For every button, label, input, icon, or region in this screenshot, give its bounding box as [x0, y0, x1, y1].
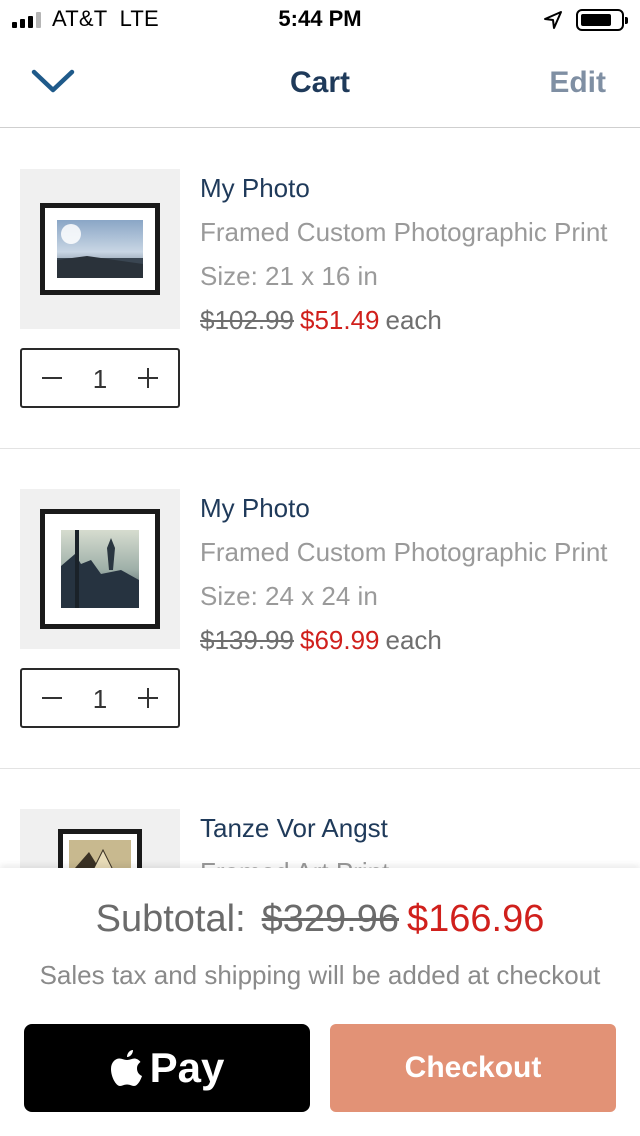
subtotal-label: Subtotal:: [95, 898, 246, 940]
sale-price: $69.99: [299, 625, 380, 655]
plus-icon[interactable]: [128, 350, 168, 406]
page-title: Cart: [289, 66, 350, 99]
apple-pay-label: Pay: [149, 1044, 225, 1091]
quantity-stepper: 1: [20, 668, 180, 728]
quantity-stepper: 1: [20, 348, 180, 408]
plus-icon[interactable]: [128, 670, 168, 726]
item-size: Size: 21 x 16 in: [200, 261, 378, 291]
original-price: $139.99: [200, 625, 294, 655]
tax-note: Sales tax and shipping will be added at …: [39, 960, 601, 990]
sale-price: $51.49: [299, 305, 380, 335]
cart-item-list: My Photo Framed Custom Photographic Prin…: [0, 129, 640, 870]
item-name[interactable]: Tanze Vor Angst: [200, 813, 388, 844]
item-price: $139.99 $69.99 each: [200, 625, 442, 656]
subtotal: Subtotal: $329.96 $166.96: [0, 898, 640, 941]
item-thumbnail[interactable]: [20, 489, 180, 649]
item-name[interactable]: My Photo: [200, 493, 310, 524]
checkout-footer: Subtotal: $329.96 $166.96 Sales tax and sh…: [0, 868, 640, 1136]
photo-image: [57, 220, 143, 278]
item-size: Size: 24 x 24 in: [200, 581, 378, 611]
item-description: Framed Custom Photographic Print: [200, 537, 608, 567]
cart-item: My Photo Framed Custom Photographic Prin…: [0, 449, 640, 769]
item-thumbnail[interactable]: [20, 169, 180, 329]
apple-pay-button[interactable]: Pay: [24, 1024, 310, 1112]
item-price: $102.99 $51.49 each: [200, 305, 442, 336]
item-name[interactable]: My Photo: [200, 173, 310, 204]
each-label: each: [385, 625, 442, 655]
photo-image: [61, 530, 139, 608]
nav-bar: Cart Edit: [0, 40, 640, 128]
minus-icon[interactable]: [32, 670, 72, 726]
location-arrow-icon: [544, 11, 562, 29]
cart-item: Tanze Vor Angst Framed Art Print: [0, 769, 640, 870]
original-price: $102.99: [200, 305, 294, 335]
subtotal-sale: $166.96: [407, 898, 545, 940]
edit-button[interactable]: Edit: [549, 66, 606, 100]
apple-logo-icon: [110, 1050, 142, 1086]
item-thumbnail[interactable]: [20, 809, 180, 870]
subtotal-original: $329.96: [261, 898, 399, 940]
battery-icon: [576, 9, 628, 31]
minus-icon[interactable]: [32, 350, 72, 406]
artwork-image: [69, 840, 131, 870]
quantity-value: 1: [92, 684, 108, 714]
checkout-button[interactable]: Checkout: [330, 1024, 616, 1112]
item-description: Framed Custom Photographic Print: [200, 217, 608, 247]
each-label: each: [385, 305, 442, 335]
quantity-value: 1: [92, 364, 108, 394]
status-bar: AT&T LTE 5:44 PM: [0, 0, 640, 40]
cart-item: My Photo Framed Custom Photographic Prin…: [0, 129, 640, 449]
